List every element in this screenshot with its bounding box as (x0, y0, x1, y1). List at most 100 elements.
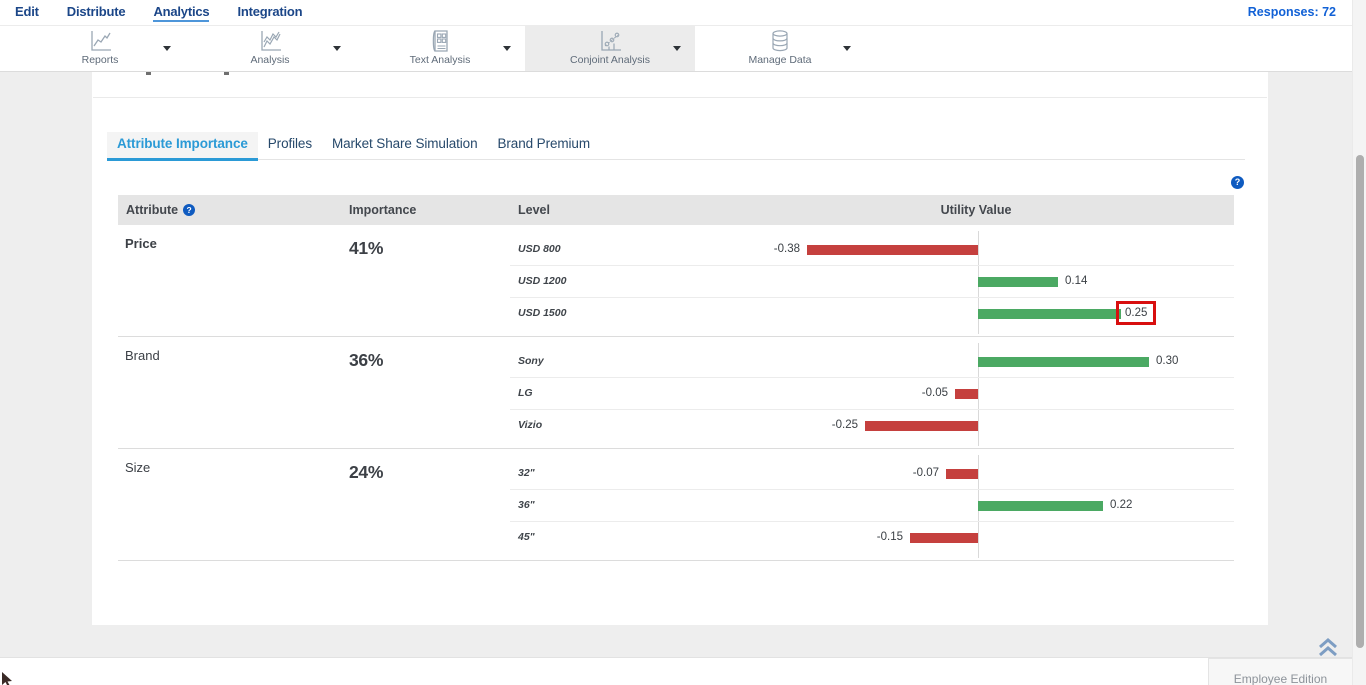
mouse-cursor (1, 672, 15, 685)
positive-utility-bar (978, 309, 1121, 319)
toolbar-item-label: Analysis (250, 54, 289, 66)
chevron-down-icon[interactable] (503, 46, 511, 51)
conjoint-analysis-panel: Attribute Importance Profiles Market Sha… (92, 72, 1268, 625)
help-icon[interactable]: ? (1231, 176, 1244, 189)
attribute-group-brand: Brand 36% Sony 0.30 LG -0.05 Vizio -0.25 (118, 337, 1234, 449)
panel-header-divider (93, 97, 1267, 98)
utility-value-label: -0.05 (922, 378, 948, 409)
chevron-down-icon[interactable] (673, 46, 681, 51)
attribute-group-size: Size 24% 32" -0.07 36" 0.22 45" -0.15 (118, 449, 1234, 561)
nav-item-integration[interactable]: Integration (237, 0, 302, 19)
attribute-importance-table: Attribute ? Importance Level Utility Val… (118, 195, 1234, 561)
table-header-row: Attribute ? Importance Level Utility Val… (118, 195, 1234, 225)
importance-value: 36% (340, 337, 510, 448)
utility-value-label: -0.15 (877, 522, 903, 553)
edition-badge: Employee Edition (1208, 658, 1352, 685)
positive-utility-bar (978, 501, 1103, 511)
level-label: 32" (510, 458, 718, 489)
tab-attribute-importance[interactable]: Attribute Importance (107, 132, 258, 159)
scatter-chart-icon (597, 29, 623, 53)
column-header-utility-value: Utility Value (718, 195, 1234, 225)
toolbar-item-label: Manage Data (748, 54, 811, 66)
utility-bar-cell: -0.38 (718, 234, 1234, 265)
utility-bar-cell: -0.05 (718, 378, 1234, 409)
level-rows: Sony 0.30 LG -0.05 Vizio -0.25 (510, 337, 1234, 448)
level-row: USD 1200 0.14 (510, 266, 1234, 298)
level-row: 36" 0.22 (510, 490, 1234, 522)
level-label: USD 1200 (510, 266, 718, 297)
negative-utility-bar (910, 533, 978, 543)
level-label: USD 800 (510, 234, 718, 265)
nav-item-edit[interactable]: Edit (15, 0, 39, 19)
importance-value: 24% (340, 449, 510, 560)
attribute-name: Price (118, 225, 340, 336)
level-row: Sony 0.30 (510, 346, 1234, 378)
chevron-down-icon[interactable] (333, 46, 341, 51)
column-header-importance: Importance (340, 195, 510, 225)
toolbar-item-manage-data[interactable]: Manage Data (695, 26, 865, 71)
level-label: USD 1500 (510, 298, 718, 330)
chevron-down-icon[interactable] (843, 46, 851, 51)
nav-item-analytics[interactable]: Analytics (153, 0, 209, 22)
utility-value-label: 0.22 (1110, 490, 1132, 521)
responses-count-link[interactable]: Responses: 72 (1248, 5, 1336, 19)
vertical-scrollbar (1352, 0, 1366, 685)
utility-value-label: -0.25 (832, 410, 858, 441)
level-label: Sony (510, 346, 718, 377)
attribute-group-price: Price 41% USD 800 -0.38 USD 1200 0.14 US… (118, 225, 1234, 337)
utility-value-label: -0.38 (774, 234, 800, 265)
positive-utility-bar (978, 277, 1058, 287)
level-label: 36" (510, 490, 718, 521)
utility-bar-cell: -0.25 (718, 410, 1234, 441)
positive-utility-bar (978, 357, 1149, 367)
level-row: Vizio -0.25 (510, 410, 1234, 442)
level-label: LG (510, 378, 718, 409)
analytics-toolbar: Reports Analysis Text Analysis (0, 26, 1366, 72)
tab-brand-premium[interactable]: Brand Premium (488, 132, 600, 159)
toolbar-item-label: Text Analysis (410, 54, 471, 66)
attribute-name: Size (118, 449, 340, 560)
tab-profiles[interactable]: Profiles (258, 132, 322, 159)
utility-bar-cell: -0.07 (718, 458, 1234, 489)
scroll-to-top-button[interactable] (1316, 636, 1340, 658)
level-row: 32" -0.07 (510, 458, 1234, 490)
footer-bar: Employee Edition (0, 657, 1366, 685)
utility-bar-cell: 0.25 (718, 298, 1234, 329)
utility-value-label: 0.30 (1156, 346, 1178, 377)
double-chevron-up-icon (1316, 636, 1340, 658)
clipped-heading-remnant (224, 72, 229, 75)
level-rows: 32" -0.07 36" 0.22 45" -0.15 (510, 449, 1234, 560)
level-rows: USD 800 -0.38 USD 1200 0.14 USD 1500 0.2… (510, 225, 1234, 336)
cursor-arrow-icon (1, 672, 15, 685)
nav-menu: Edit Distribute Analytics Integration (0, 0, 1366, 25)
top-navigation-bar: Edit Distribute Analytics Integration Re… (0, 0, 1366, 26)
level-label: Vizio (510, 410, 718, 442)
level-row: USD 1500 0.25 (510, 298, 1234, 330)
tab-market-share-simulation[interactable]: Market Share Simulation (322, 132, 488, 159)
toolbar-item-label: Reports (82, 54, 119, 66)
negative-utility-bar (807, 245, 978, 255)
toolbar-item-text-analysis[interactable]: Text Analysis (355, 26, 525, 71)
column-header-label: Attribute (126, 195, 178, 225)
help-icon[interactable]: ? (183, 204, 195, 216)
negative-utility-bar (946, 469, 978, 479)
document-grid-icon (427, 29, 453, 53)
toolbar-item-analysis[interactable]: Analysis (185, 26, 355, 71)
analysis-tabs: Attribute Importance Profiles Market Sha… (107, 132, 1245, 160)
utility-bar-cell: 0.22 (718, 490, 1234, 521)
column-header-level: Level (510, 195, 718, 225)
scrollbar-thumb[interactable] (1356, 155, 1364, 648)
chevron-down-icon[interactable] (163, 46, 171, 51)
database-icon (767, 29, 793, 53)
nav-item-distribute[interactable]: Distribute (67, 0, 126, 19)
importance-value: 41% (340, 225, 510, 336)
utility-bar-cell: -0.15 (718, 522, 1234, 553)
utility-value-label: 0.14 (1065, 266, 1087, 297)
toolbar-item-conjoint-analysis[interactable]: Conjoint Analysis (525, 26, 695, 71)
line-chart-icon (87, 29, 113, 53)
utility-value-label: -0.07 (913, 458, 939, 489)
utility-value-highlighted: 0.25 (1116, 301, 1156, 325)
toolbar-item-reports[interactable]: Reports (15, 26, 185, 71)
level-row: LG -0.05 (510, 378, 1234, 410)
level-row: 45" -0.15 (510, 522, 1234, 554)
